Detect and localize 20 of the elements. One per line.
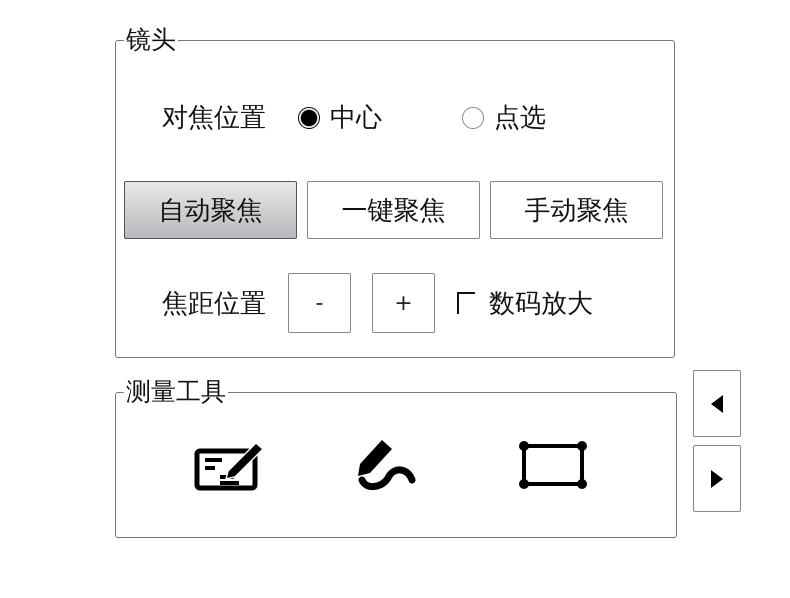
zoom-in-button[interactable]: + (372, 273, 435, 333)
focus-position-label: 对焦位置 (162, 102, 266, 135)
panel-title: 测量工具 (125, 378, 227, 406)
zoom-out-button[interactable]: - (288, 273, 351, 333)
zoom-position-label: 焦距位置 (162, 288, 266, 320)
radio-label[interactable]: 中心 (330, 100, 382, 135)
previous-button[interactable] (693, 370, 741, 437)
focus-mode-button[interactable]: 自动聚焦 (124, 181, 297, 239)
checkbox-label[interactable]: 数码放大 (489, 286, 593, 320)
checkbox[interactable] (457, 292, 475, 314)
radio-button[interactable] (298, 106, 320, 128)
next-button[interactable] (693, 445, 741, 512)
focus-mode-button[interactable]: 手动聚焦 (490, 181, 663, 239)
right-arrow-icon (711, 470, 723, 488)
panel-title: 镜头 (125, 26, 177, 54)
left-arrow-icon (711, 394, 723, 412)
radio-label[interactable]: 点选 (494, 100, 546, 135)
rectangle-icon[interactable] (518, 440, 588, 490)
focus-mode-button[interactable]: 一键聚焦 (307, 181, 480, 239)
radio-button[interactable] (462, 106, 484, 128)
